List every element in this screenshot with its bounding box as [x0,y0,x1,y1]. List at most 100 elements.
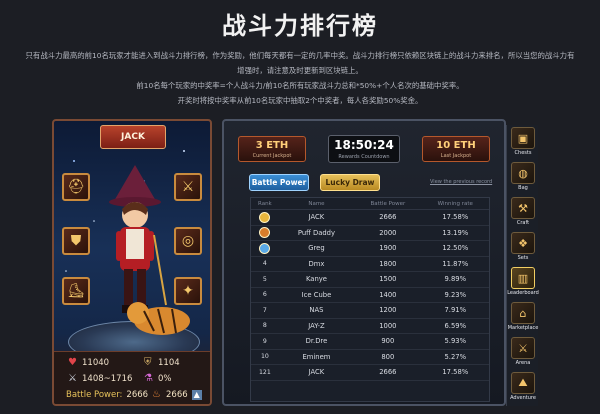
menu-label: Arena [515,360,531,366]
crit-value: 0% [158,374,172,384]
menu-label: Craft [516,220,530,226]
description-line: 开奖时将按中奖率从前10名玩家中抽取2个中奖者，每人各奖励50%奖金。 [177,96,423,105]
leaderboard-icon: ▥ [511,267,535,289]
menu-item-bag[interactable]: ◍ Bag [509,162,537,195]
rank-cell [251,211,279,223]
countdown-value: 18:50:24 [334,138,394,152]
armor-slot[interactable]: ⛊ [62,227,90,255]
power-cell: 1400 [379,290,397,299]
rate-cell: 5.27% [444,352,467,361]
menu-item-chests[interactable]: ▣ Chests [509,127,537,160]
table-row[interactable]: 7 NAS 1200 7.91% [251,303,489,319]
countdown-label: Rewards Countdown [338,154,390,160]
table-row[interactable]: Greg 1900 12.50% [251,241,489,257]
menu-label: Adventure [510,395,536,401]
table-row[interactable]: 5 Kanye 1500 9.89% [251,272,489,288]
table-header: Rank Name Battle Power Winning rate [251,198,489,210]
tab-battle-power[interactable]: Battle Power [249,174,309,191]
boots-slot[interactable]: ⛸ [62,277,90,305]
rank-cell: 6 [262,291,267,299]
table-row[interactable]: JACK 2666 17.58% [251,210,489,226]
defense-stat: ⛨ 1104 [144,357,180,369]
hat-slot[interactable]: ⛑ [62,173,90,201]
leaderboard-panel: 3 ETH Current Jackpot 18:50:24 Rewards C… [222,119,506,406]
power-cell: 1800 [379,259,397,268]
rate-cell: 9.23% [444,290,467,299]
rate-cell: 12.50% [442,244,469,253]
name-cell: JACK [308,213,325,222]
menu-label: Bag [518,185,528,191]
menu-item-craft[interactable]: ⚒ Craft [509,197,537,230]
rank-cell: 10 [260,353,269,361]
leaderboard-table: Rank Name Battle Power Winning rate JACK… [250,197,490,402]
menu-item-sets[interactable]: ❖ Sets [509,232,537,265]
table-row[interactable]: 121 JACK 2666 17.58% [251,365,489,381]
tab-lucky-draw[interactable]: Lucky Draw [320,174,380,191]
upload-icon[interactable]: ▲ [191,390,202,400]
battle-power-label: Battle Power: [66,390,123,400]
menu-item-marketplace[interactable]: ⌂ Marketplace [507,302,539,335]
heart-icon: ♥ [68,357,77,368]
page-title: 战斗力排行榜 [222,12,378,40]
menu-label: Leaderboard [507,290,539,296]
description-line: 只有战斗力最高的前10名玩家才能进入到战斗力排行榜，作为奖励，他们每天都有一定的… [25,51,575,60]
current-jackpot-value: 3 ETH [255,140,289,151]
rank-cell: 121 [258,368,271,376]
arena-icon: ⚔ [511,337,535,359]
rate-cell: 6.59% [444,321,467,330]
defense-value: 1104 [158,358,180,368]
previous-record-link[interactable]: View the previous record [430,179,492,185]
battle-power-value: 2666 [126,390,149,400]
name-cell: JAY-Z [308,321,325,330]
header-rank: Rank [258,200,272,207]
medal-icon [259,211,271,223]
table-row[interactable]: 4 Dmx 1800 11.87% [251,257,489,272]
table-row[interactable]: 10 Eminem 800 5.27% [251,350,489,365]
rank-cell: 8 [262,322,267,330]
power-cell: 2666 [379,213,397,222]
last-jackpot-value: 10 ETH [436,140,476,151]
rank-cell: 7 [262,306,267,314]
craft-icon: ⚒ [511,197,535,219]
sword-slot[interactable]: ⚔ [174,173,202,201]
ring-slot[interactable]: ◎ [174,227,202,255]
last-jackpot-label: Last Jackpot [440,153,472,159]
table-row[interactable]: 8 JAY-Z 1000 6.59% [251,319,489,334]
menu-item-adventure[interactable]: ⛰ Adventure [509,372,537,405]
name-cell: Kanye [305,275,327,284]
menu-label: Sets [517,255,529,261]
rank-cell: 9 [262,337,267,345]
rate-cell: 17.58% [442,213,469,222]
menu-item-arena[interactable]: ⚔ Arena [509,337,537,370]
header-name: Name [308,200,325,207]
rate-cell: 11.87% [442,259,469,268]
name-cell: Dmx [308,259,325,268]
rate-cell: 7.91% [444,306,467,315]
chest-icon: ▣ [511,127,535,149]
hat-icon: ⛑ [67,179,85,195]
power-cell: 900 [381,337,395,346]
rank-cell [251,227,279,239]
menu-item-leaderboard[interactable]: ▥ Leaderboard [507,267,539,300]
battle-power-stat: Battle Power: 2666 [66,390,148,400]
menu-label: Marketplace [507,325,539,331]
table-row[interactable]: 6 Ice Cube 1400 9.23% [251,288,489,303]
crit-stat: ⚗ 0% [144,374,172,385]
description-line: 增强时，请注意及时更新到区块链上。 [237,66,363,75]
attack-value: 1408~1716 [82,374,133,384]
table-row[interactable]: Puff Daddy 2000 13.19% [251,226,489,241]
power-cell: 1500 [379,275,397,284]
rate-cell: 17.58% [442,368,469,377]
menu-label: Chests [514,150,532,156]
hero-stats: ♥ 11040 ⛨ 1104 ⚔ 1408~1716 ⚗ 0% Battle P… [54,351,210,404]
name-cell: NAS [309,306,324,315]
hp-value: 11040 [82,358,110,368]
shield-icon: ⛨ [144,357,152,368]
name-cell: Ice Cube [301,290,332,299]
table-row[interactable]: 9 Dr.Dre 900 5.93% [251,334,489,350]
rate-cell: 13.19% [442,228,469,237]
sword-stat-icon: ⚔ [68,373,77,384]
rewards-countdown: 18:50:24 Rewards Countdown [328,135,400,163]
name-cell: Dr.Dre [305,337,328,346]
ring-icon: ◎ [181,233,195,249]
